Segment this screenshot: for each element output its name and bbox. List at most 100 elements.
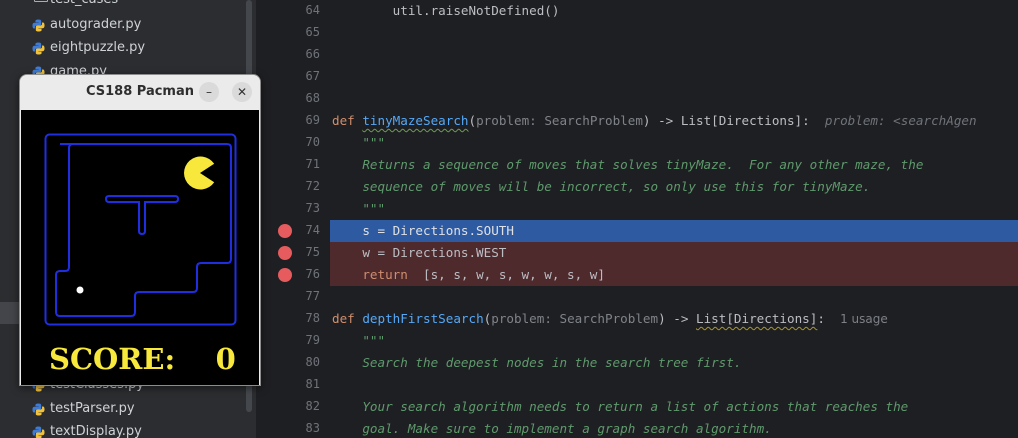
code-line[interactable]: 72 sequence of moves will be incorrect, … xyxy=(256,176,1018,198)
code-line[interactable]: 81 xyxy=(256,374,1018,396)
maze-t-wall xyxy=(104,195,180,236)
python-file-icon xyxy=(32,426,45,438)
folder-icon xyxy=(34,0,48,2)
tree-item-label: textDisplay.py xyxy=(50,424,142,438)
keyword-def: def xyxy=(332,113,363,128)
food-pellet xyxy=(76,286,84,294)
keyword-return: return xyxy=(332,267,408,282)
breakpoint-icon[interactable] xyxy=(278,224,292,238)
code-text: return [s, s, w, s, w, w, s, w] xyxy=(332,267,605,282)
usage-hint[interactable]: 1 usage xyxy=(840,312,888,326)
colon: : xyxy=(802,113,810,128)
parameter: problem: SearchProblem xyxy=(476,113,643,128)
code-line[interactable]: 78 def depthFirstSearch(problem: SearchP… xyxy=(256,308,1018,330)
code-text: w = Directions.WEST xyxy=(332,245,507,260)
docstring-text: Search the deepest nodes in the search t… xyxy=(332,355,742,370)
line-number: 65 xyxy=(305,25,320,39)
code-line[interactable]: 80 Search the deepest nodes in the searc… xyxy=(256,352,1018,374)
code-text: def depthFirstSearch(problem: SearchProb… xyxy=(332,311,888,326)
line-number: 80 xyxy=(305,355,320,369)
tree-item-textdisplay[interactable]: textDisplay.py xyxy=(0,421,256,438)
line-number: 81 xyxy=(305,377,320,391)
line-number: 77 xyxy=(305,289,320,303)
code-line-current[interactable]: 74 s = Directions.SOUTH xyxy=(256,220,1018,242)
chevron-right-icon[interactable]: › xyxy=(16,0,20,3)
docstring-text: """ xyxy=(332,333,386,348)
line-number: 73 xyxy=(305,201,320,215)
minimize-button[interactable]: – xyxy=(199,82,219,102)
line-number: 82 xyxy=(305,399,320,413)
line-number: 79 xyxy=(305,333,320,347)
tree-item-label: eightpuzzle.py xyxy=(50,40,146,55)
colon: : xyxy=(817,311,825,326)
code-line[interactable]: 64 util.raiseNotDefined() xyxy=(256,0,1018,22)
window-title: CS188 Pacman xyxy=(85,84,195,99)
arrow: ) -> xyxy=(642,113,681,128)
docstring-text: goal. Make sure to implement a graph sea… xyxy=(332,421,772,436)
code-line[interactable]: 66 xyxy=(256,44,1018,66)
line-number: 64 xyxy=(305,3,320,17)
tree-item-autograder[interactable]: autograder.py xyxy=(0,14,256,36)
line-number: 66 xyxy=(305,47,320,61)
docstring-text: """ xyxy=(332,201,386,216)
return-value: [s, s, w, s, w, w, s, w] xyxy=(407,267,605,282)
score-label: SCORE: xyxy=(49,342,176,376)
tree-item-label: autograder.py xyxy=(50,17,142,32)
line-number: 69 xyxy=(305,113,320,127)
pacman-window[interactable]: CS188 Pacman – ✕ SCORE: 0 xyxy=(19,74,261,386)
code-line[interactable]: 65 xyxy=(256,22,1018,44)
tree-item-label: test_cases xyxy=(50,0,118,7)
code-line[interactable]: 71 Returns a sequence of moves that solv… xyxy=(256,154,1018,176)
window-titlebar[interactable]: CS188 Pacman – ✕ xyxy=(20,75,260,109)
return-type: List[Directions] xyxy=(680,113,803,128)
docstring-text: """ xyxy=(332,135,386,150)
docstring-text: Returns a sequence of moves that solves … xyxy=(332,157,924,172)
pacman-sprite xyxy=(184,156,215,190)
line-number: 70 xyxy=(305,135,320,149)
docstring-text: sequence of moves will be incorrect, so … xyxy=(332,179,871,194)
code-line-breakpoint[interactable]: 75 w = Directions.WEST xyxy=(256,242,1018,264)
code-line[interactable]: 79 """ xyxy=(256,330,1018,352)
code-text: util.raiseNotDefined() xyxy=(332,3,560,18)
python-file-icon xyxy=(32,42,45,55)
python-file-icon xyxy=(32,19,45,32)
code-text: s = Directions.SOUTH xyxy=(332,223,514,238)
score-value: 0 xyxy=(215,342,236,376)
code-line-breakpoint[interactable]: 76 return [s, s, w, s, w, w, s, w] xyxy=(256,264,1018,286)
code-line[interactable]: 69 def tinyMazeSearch(problem: SearchPro… xyxy=(256,110,1018,132)
breakpoint-icon[interactable] xyxy=(278,268,292,282)
python-file-icon xyxy=(32,403,45,416)
tree-item-eightpuzzle[interactable]: eightpuzzle.py xyxy=(0,37,256,59)
function-name[interactable]: depthFirstSearch xyxy=(362,311,483,326)
code-line[interactable]: 67 xyxy=(256,66,1018,88)
code-line[interactable]: 82 Your search algorithm needs to return… xyxy=(256,396,1018,418)
return-type: List[Directions] xyxy=(696,311,818,326)
line-number: 67 xyxy=(305,69,320,83)
code-text: def tinyMazeSearch(problem: SearchProble… xyxy=(332,113,977,128)
function-name[interactable]: tinyMazeSearch xyxy=(362,113,468,128)
tree-selection-highlight xyxy=(0,302,20,324)
line-number: 83 xyxy=(305,421,320,435)
arrow: ) -> xyxy=(658,311,696,326)
line-number: 68 xyxy=(305,91,320,105)
code-line[interactable]: 73 """ xyxy=(256,198,1018,220)
docstring-text: Your search algorithm needs to return a … xyxy=(332,399,909,414)
tree-item-testparser[interactable]: testParser.py xyxy=(0,398,256,420)
code-editor[interactable]: 64 util.raiseNotDefined() 65 66 67 68 69… xyxy=(256,0,1018,438)
paren: ( xyxy=(468,113,477,128)
code-line[interactable]: 70 """ xyxy=(256,132,1018,154)
close-button[interactable]: ✕ xyxy=(232,82,252,102)
line-number: 78 xyxy=(305,311,320,325)
tree-item-test-cases[interactable]: › test_cases xyxy=(0,0,256,12)
game-canvas[interactable]: SCORE: 0 xyxy=(21,110,259,385)
keyword-def: def xyxy=(332,311,363,326)
code-line[interactable]: 77 xyxy=(256,286,1018,308)
line-number: 72 xyxy=(305,179,320,193)
inlay-hint: problem: <searchAgen xyxy=(824,113,977,128)
code-line[interactable]: 83 goal. Make sure to implement a graph … xyxy=(256,418,1018,438)
parameter: problem: SearchProblem xyxy=(491,311,659,326)
breakpoint-icon[interactable] xyxy=(278,246,292,260)
score-display: SCORE: 0 xyxy=(49,342,236,376)
code-line[interactable]: 68 xyxy=(256,88,1018,110)
tree-item-label: testParser.py xyxy=(50,401,135,416)
